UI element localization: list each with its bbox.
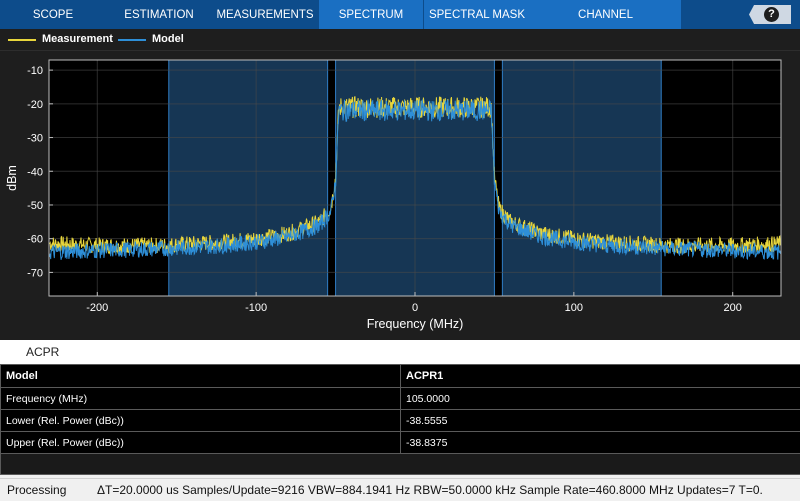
channel-band-2 [502, 60, 661, 296]
status-info: ΔT=20.0000 us Samples/Update=9216 VBW=88… [97, 483, 763, 497]
x-tick-label: 0 [412, 302, 418, 314]
help-button[interactable]: ? [749, 5, 791, 24]
acpr-header: ACPR [0, 340, 800, 364]
row-value: -38.5555 [401, 410, 800, 432]
row-label: Frequency (MHz) [1, 388, 401, 410]
legend-label-measurement: Measurement [42, 29, 113, 49]
acpr-table: Model ACPR1 Frequency (MHz) 105.0000 Low… [0, 364, 800, 475]
row-value: -38.8375 [401, 432, 800, 454]
legend-swatch-model [118, 39, 146, 41]
table-row: Upper (Rel. Power (dBc)) -38.8375 [1, 432, 800, 454]
tab-estimation[interactable]: ESTIMATION [106, 0, 212, 29]
table-row: Lower (Rel. Power (dBc)) -38.5555 [1, 410, 800, 432]
y-tick-label: -20 [27, 99, 43, 111]
toolstrip: SCOPE ESTIMATION MEASUREMENTS SPECTRUM S… [0, 0, 800, 29]
tab-spectral-mask[interactable]: SPECTRAL MASK [424, 0, 530, 29]
x-axis-label: Frequency (MHz) [367, 317, 464, 331]
empty-row [1, 454, 800, 475]
column-header-model: Model [1, 365, 401, 388]
spectrum-plot[interactable]: -200 -100 0 100 200 -10 -20 -30 -40 -50 -60 -70 Freq… [0, 51, 800, 339]
channel-band-0 [169, 60, 328, 296]
legend-label-model: Model [152, 29, 184, 49]
table-header-row: Model ACPR1 [1, 365, 800, 388]
table-row: Frequency (MHz) 105.0000 [1, 388, 800, 410]
help-icon: ? [764, 7, 779, 22]
row-value: 105.0000 [401, 388, 800, 410]
tab-channel-measurements[interactable]: CHANNEL MEASUREMENTS [530, 0, 681, 29]
row-label: Upper (Rel. Power (dBc)) [1, 432, 401, 454]
table-row-empty [1, 454, 800, 475]
legend-swatch-measurement [8, 39, 36, 41]
x-tick-label: 200 [724, 302, 742, 314]
spectrum-chart: -200 -100 0 100 200 -10 -20 -30 -40 -50 -60 -70 Freq… [0, 51, 800, 339]
y-tick-label: -10 [27, 65, 43, 77]
y-tick-label: -60 [27, 234, 43, 246]
tab-scope[interactable]: SCOPE [0, 0, 106, 29]
y-tick-label: -50 [27, 200, 43, 212]
tab-measurements[interactable]: MEASUREMENTS [212, 0, 318, 29]
y-axis-label: dBm [5, 165, 19, 191]
x-tick-label: -200 [86, 302, 108, 314]
tab-spectrum[interactable]: SPECTRUM [319, 0, 423, 29]
acpr-panel: ACPR Model ACPR1 Frequency (MHz) 105.000… [0, 340, 800, 478]
x-tick-label: -100 [245, 302, 267, 314]
column-header-acpr1: ACPR1 [401, 365, 800, 388]
y-tick-label: -30 [27, 133, 43, 145]
row-label: Lower (Rel. Power (dBc)) [1, 410, 401, 432]
y-tick-label: -70 [27, 267, 43, 279]
x-tick-label: 100 [565, 302, 583, 314]
legend: Measurement Model [0, 29, 800, 51]
status-state: Processing [7, 483, 66, 497]
status-bar: Processing ΔT=20.0000 us Samples/Update=… [0, 478, 800, 501]
acpr-title: ACPR [26, 345, 59, 359]
y-tick-label: -40 [27, 166, 43, 178]
